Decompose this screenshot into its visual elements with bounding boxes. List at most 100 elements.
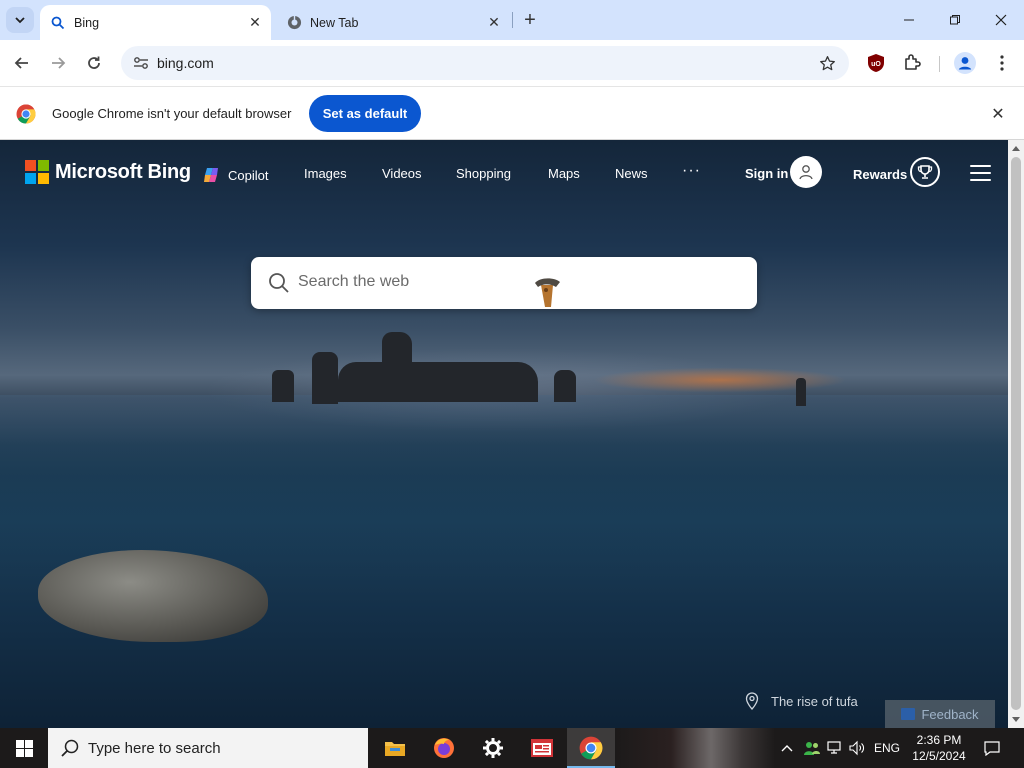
- tufa-tower: [312, 352, 338, 404]
- close-infobar-button[interactable]: ✕: [988, 104, 1008, 124]
- sign-in-link[interactable]: Sign in: [745, 166, 788, 181]
- infobar-message: Google Chrome isn't your default browser: [52, 106, 292, 121]
- firefox-button[interactable]: [420, 728, 468, 768]
- nav-more-button[interactable]: ···: [682, 162, 701, 180]
- folder-icon: [385, 742, 405, 756]
- network-icon[interactable]: [824, 728, 846, 768]
- reload-button[interactable]: [80, 49, 108, 77]
- nav-images[interactable]: Images: [304, 166, 347, 181]
- minimize-button[interactable]: [886, 0, 932, 40]
- clock-date: 12/5/2024: [912, 749, 966, 763]
- taskbar-search-box[interactable]: Type here to search: [48, 728, 368, 768]
- new-tab-button[interactable]: +: [518, 8, 542, 32]
- forward-button[interactable]: [44, 49, 72, 77]
- nav-maps[interactable]: Maps: [548, 166, 580, 181]
- chrome-taskbar-button[interactable]: [567, 728, 615, 768]
- image-caption[interactable]: The rise of tufa: [745, 692, 858, 710]
- file-explorer-button[interactable]: [371, 728, 419, 768]
- restore-button[interactable]: [932, 0, 978, 40]
- tab-new-tab[interactable]: New Tab ✕: [276, 5, 510, 40]
- url-text[interactable]: bing.com: [157, 55, 214, 71]
- taskbar-wallpaper-strip: [615, 728, 775, 768]
- nav-videos[interactable]: Videos: [382, 166, 422, 181]
- bing-homepage: Microsoft Bing Copilot Images Videos Sho…: [0, 140, 1008, 728]
- search-icon: [50, 15, 66, 31]
- hamburger-menu-icon[interactable]: [970, 165, 991, 181]
- start-button[interactable]: [0, 728, 48, 768]
- location-pin-icon: [745, 692, 759, 710]
- close-icon: [995, 14, 1007, 26]
- scroll-up-arrow[interactable]: [1012, 146, 1020, 151]
- tufa-tower: [796, 378, 806, 406]
- arrow-left-icon: [14, 57, 28, 69]
- extensions-puzzle-icon[interactable]: [900, 51, 924, 75]
- tab-bing[interactable]: Bing ✕: [40, 5, 271, 40]
- tufa-mascot-icon: [535, 278, 560, 307]
- back-button[interactable]: [8, 49, 36, 77]
- close-tab-icon[interactable]: ✕: [484, 13, 504, 33]
- news-icon: [531, 739, 553, 757]
- set-as-default-button[interactable]: Set as default: [309, 95, 421, 132]
- tufa-tower: [272, 370, 294, 402]
- chevron-up-icon: [781, 745, 793, 752]
- reload-icon: [88, 56, 100, 69]
- site-settings-icon[interactable]: [129, 52, 153, 74]
- tab-search-button[interactable]: [6, 7, 34, 33]
- tab-title: New Tab: [310, 15, 359, 30]
- show-hidden-icons-button[interactable]: [776, 728, 798, 768]
- search-icon: [61, 739, 79, 757]
- default-browser-infobar: Google Chrome isn't your default browser…: [0, 86, 1024, 140]
- scrollbar-thumb[interactable]: [1011, 157, 1021, 710]
- chrome-logo-icon: [579, 736, 603, 760]
- user-avatar-icon[interactable]: [790, 156, 822, 188]
- tufa-tower: [338, 362, 538, 402]
- feedback-icon: [901, 708, 916, 720]
- windows-taskbar: Type here to search ENG 2:36 PM 12/5/202…: [0, 728, 1024, 768]
- profile-avatar[interactable]: [953, 51, 977, 75]
- clock-time: 2:36 PM: [916, 733, 962, 747]
- logo-text: Microsoft Bing: [55, 160, 191, 183]
- taskbar-clock[interactable]: 2:36 PM 12/5/2024: [902, 732, 976, 764]
- image-caption-text: The rise of tufa: [771, 693, 858, 709]
- arrow-right-icon: [52, 57, 66, 69]
- taskbar-search-placeholder: Type here to search: [88, 739, 221, 757]
- tab-divider: [512, 12, 513, 28]
- bing-search-box[interactable]: [251, 257, 757, 309]
- chrome-logo-icon: [16, 104, 36, 124]
- copilot-icon: [204, 168, 218, 182]
- search-icon: [269, 273, 289, 293]
- people-tray-icon[interactable]: [800, 728, 824, 768]
- tab-strip: Bing ✕ New Tab ✕ +: [0, 0, 1024, 40]
- minimize-icon: [904, 19, 914, 21]
- toolbar-divider: [939, 56, 940, 72]
- tufa-tower: [554, 370, 576, 402]
- notification-icon: [984, 741, 1000, 756]
- tab-title: Bing: [74, 15, 100, 30]
- nav-shopping[interactable]: Shopping: [456, 166, 511, 181]
- settings-button[interactable]: [469, 728, 517, 768]
- svg-text:uO: uO: [871, 61, 881, 68]
- nav-copilot[interactable]: Copilot: [203, 166, 268, 184]
- address-bar[interactable]: bing.com: [121, 46, 849, 80]
- feedback-button[interactable]: Feedback: [885, 700, 995, 728]
- news-app-button[interactable]: [518, 728, 566, 768]
- close-tab-icon[interactable]: ✕: [245, 13, 265, 33]
- globe-icon: [286, 15, 302, 31]
- notification-center-button[interactable]: [978, 728, 1006, 768]
- scroll-down-arrow[interactable]: [1012, 717, 1020, 722]
- language-indicator[interactable]: ENG: [871, 728, 903, 768]
- bing-header: Microsoft Bing Copilot Images Videos Sho…: [0, 140, 1008, 204]
- browser-toolbar: bing.com uO: [0, 40, 1024, 86]
- nav-copilot-label: Copilot: [228, 167, 269, 183]
- close-window-button[interactable]: [978, 0, 1024, 40]
- page-scrollbar[interactable]: [1008, 140, 1024, 728]
- bookmark-star-icon[interactable]: [817, 53, 837, 73]
- ublock-extension-icon[interactable]: uO: [864, 51, 888, 75]
- chrome-menu-icon[interactable]: [990, 51, 1014, 75]
- volume-icon[interactable]: [846, 728, 868, 768]
- rewards-link[interactable]: Rewards: [853, 167, 907, 182]
- microsoft-bing-logo[interactable]: Microsoft Bing: [25, 160, 191, 184]
- rewards-trophy-icon[interactable]: [910, 157, 940, 187]
- windows-logo-icon: [15, 739, 33, 757]
- nav-news[interactable]: News: [615, 166, 648, 181]
